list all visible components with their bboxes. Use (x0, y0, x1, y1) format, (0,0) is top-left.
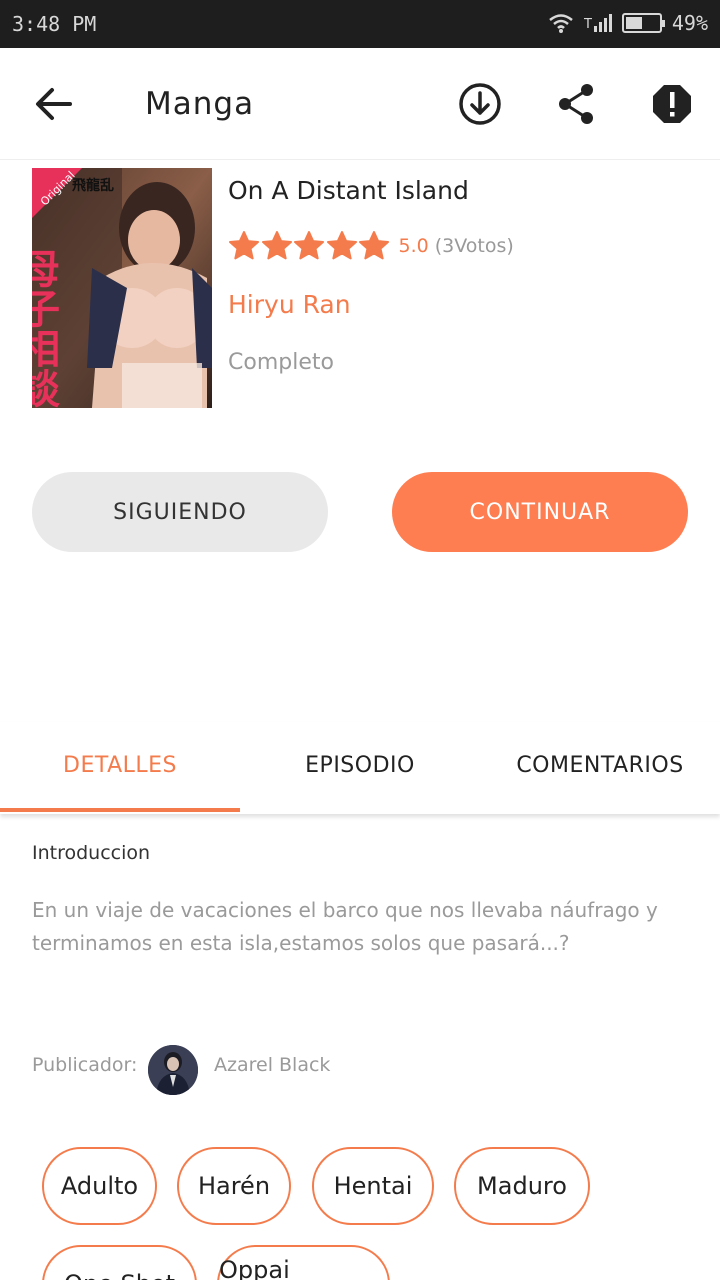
star-rating (228, 230, 391, 262)
continue-button[interactable]: CONTINUAR (392, 472, 688, 552)
page-title: Manga (145, 86, 255, 122)
tab-indicator (0, 808, 240, 812)
publisher-name[interactable]: Azarel Black (214, 1054, 330, 1076)
app-bar: Manga (0, 48, 720, 160)
rating-value: 5.0 (398, 235, 429, 257)
status-bar: 3:48 PM T 49% (0, 0, 720, 48)
rating-votes: (3Votos) (434, 235, 514, 257)
tag-chip[interactable]: One Shot (42, 1245, 197, 1280)
publisher-label: Publicador: (32, 1054, 138, 1076)
battery-percent: 49% (671, 11, 708, 35)
manga-title: On A Distant Island (228, 176, 469, 205)
author-link[interactable]: Hiryu Ran (228, 290, 351, 319)
tab-details[interactable]: DETALLES (0, 722, 240, 808)
svg-text:T: T (584, 17, 592, 32)
status-icons: T 49% (548, 11, 708, 35)
tag-chip[interactable]: Harén (177, 1147, 291, 1225)
manga-cover-image: Original 飛龍乱 母子相談 (32, 168, 212, 408)
cover-author-jp: 飛龍乱 (71, 177, 114, 194)
publisher-avatar[interactable] (148, 1045, 198, 1095)
star-icon (294, 231, 324, 260)
intro-heading: Introduccion (32, 842, 151, 864)
share-icon[interactable] (553, 81, 599, 127)
tag-chip[interactable]: Maduro (454, 1147, 590, 1225)
star-icon (326, 231, 357, 260)
wifi-icon (549, 14, 573, 33)
back-arrow-icon[interactable] (30, 82, 82, 126)
publication-status: Completo (228, 350, 334, 375)
tab-bar: DETALLES EPISODIO COMENTARIOS (0, 722, 720, 814)
status-time: 3:48 PM (12, 12, 97, 36)
star-icon (261, 231, 292, 260)
report-icon[interactable] (649, 81, 695, 127)
download-icon[interactable] (457, 81, 503, 127)
tab-comments[interactable]: COMENTARIOS (480, 722, 720, 808)
tag-chip[interactable]: Adulto (42, 1147, 157, 1225)
rating: 5.0 (3Votos) (228, 230, 514, 262)
star-icon (229, 231, 259, 260)
battery-icon (621, 13, 665, 33)
signal-icon: T (584, 14, 612, 32)
following-button[interactable]: SIGUIENDO (32, 472, 328, 552)
intro-text: En un viaje de vacaciones el barco que n… (32, 898, 658, 955)
tag-chip[interactable]: Oppai Hamster (217, 1245, 390, 1280)
tag-chip[interactable]: Hentai (312, 1147, 434, 1225)
cover-title-jp: 母子相談 (32, 248, 60, 408)
star-icon (359, 231, 389, 260)
tab-episodes[interactable]: EPISODIO (240, 722, 480, 808)
cover-art: Original 飛龍乱 母子相談 (32, 168, 212, 408)
